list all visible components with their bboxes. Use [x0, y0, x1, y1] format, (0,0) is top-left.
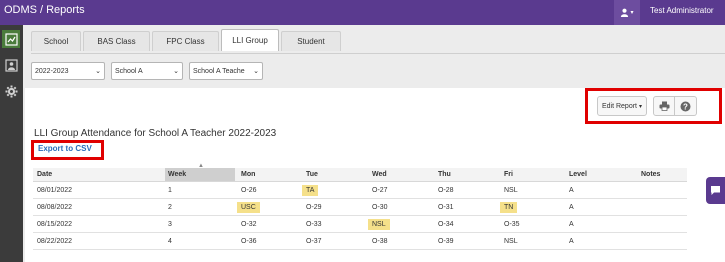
header-week[interactable]: Week: [165, 168, 235, 181]
cell-wed-highlighted: NSL: [368, 218, 390, 230]
cell-level: A: [569, 237, 574, 245]
cell-mon: O-26: [241, 186, 257, 194]
school-select[interactable]: School A ⌄: [111, 62, 183, 80]
tab-divider: [31, 53, 725, 54]
caret-down-icon: ▾: [639, 103, 643, 110]
page-title: Reports: [46, 4, 85, 16]
table-row: 08/08/2022 2 USC O-29 O-30 O-31 TN A: [33, 199, 687, 216]
header-fri[interactable]: Fri: [504, 168, 564, 181]
chevron-down-icon: ⌄: [173, 68, 179, 75]
filter-bar: 2022-2023 ⌄ School A ⌄ School A Teache ⌄: [31, 62, 269, 80]
tab-school[interactable]: School: [31, 31, 81, 51]
question-icon: ?: [680, 101, 691, 111]
cell-fri-highlighted: TN: [500, 201, 518, 213]
chevron-down-icon: ⌄: [95, 68, 101, 75]
cell-mon: O-32: [241, 220, 257, 228]
cell-thu: O-28: [438, 186, 454, 194]
report-title: LLI Group Attendance for School A Teache…: [34, 128, 277, 139]
cell-mon-highlighted: USC: [237, 201, 260, 213]
table-row: 08/22/2022 4 O-36 O-37 O-38 O-39 NSL A: [33, 233, 687, 250]
cell-date: 08/08/2022: [37, 203, 73, 211]
table-row: 08/01/2022 1 O-26 TA O-27 O-28 NSL A: [33, 182, 687, 199]
student-card-icon[interactable]: [2, 56, 20, 74]
table-header-row: Date Week Mon Tue Wed Thu Fri Level Note…: [33, 168, 687, 182]
cell-date: 08/01/2022: [37, 186, 73, 194]
header-level[interactable]: Level: [569, 168, 629, 181]
chat-widget-button[interactable]: [706, 177, 725, 204]
top-navbar: ODMS / Reports ▾ Test Administrator: [0, 0, 725, 25]
chat-bubble-icon: [711, 186, 720, 195]
cell-level: A: [569, 220, 574, 228]
svg-text:?: ?: [683, 102, 688, 111]
header-date[interactable]: Date: [37, 168, 157, 181]
teacher-select-value: School A Teache: [193, 67, 245, 75]
header-mon[interactable]: Mon: [241, 168, 301, 181]
cell-level: A: [569, 186, 574, 194]
export-csv-link[interactable]: Export to CSV: [38, 144, 92, 153]
tab-fpc-class[interactable]: FPC Class: [152, 31, 219, 51]
cell-week: 4: [168, 237, 172, 245]
print-button[interactable]: [653, 96, 675, 116]
cell-tue-highlighted: TA: [302, 184, 319, 196]
header-notes[interactable]: Notes: [641, 168, 687, 181]
cell-thu: O-34: [438, 220, 454, 228]
header-wed[interactable]: Wed: [372, 168, 432, 181]
tab-bas-class[interactable]: BAS Class: [83, 31, 150, 51]
help-button[interactable]: ?: [675, 96, 697, 116]
cell-thu: O-31: [438, 203, 454, 211]
breadcrumb-separator: /: [40, 4, 44, 16]
app-name[interactable]: ODMS: [4, 4, 37, 16]
cell-wed: O-30: [372, 203, 388, 211]
cell-week: 1: [168, 186, 172, 194]
attendance-table: Date Week Mon Tue Wed Thu Fri Level Note…: [33, 168, 687, 250]
breadcrumb: ODMS / Reports: [4, 4, 85, 16]
cell-tue: O-37: [306, 237, 322, 245]
cell-week: 2: [168, 203, 172, 211]
year-select-value: 2022-2023: [35, 67, 69, 75]
caret-down-icon: ▾: [630, 10, 634, 16]
table-row: 08/15/2022 3 O-32 O-33 NSL O-34 O-35 A: [33, 216, 687, 233]
cell-date: 08/15/2022: [37, 220, 73, 228]
school-select-value: School A: [115, 67, 143, 75]
cell-date: 08/22/2022: [37, 237, 73, 245]
printer-icon: [659, 101, 669, 111]
cell-fri: NSL: [504, 237, 518, 245]
cell-tue: O-33: [306, 220, 322, 228]
left-sidebar: [0, 25, 23, 262]
cell-wed: O-27: [372, 186, 388, 194]
tab-student[interactable]: Student: [281, 31, 341, 51]
user-name[interactable]: Test Administrator: [650, 6, 714, 15]
user-icon: [621, 8, 629, 17]
header-tue[interactable]: Tue: [306, 168, 366, 181]
cell-tue: O-29: [306, 203, 322, 211]
cell-fri: NSL: [504, 186, 518, 194]
header-thu[interactable]: Thu: [438, 168, 498, 181]
report-tabs: School BAS Class FPC Class LLI Group Stu…: [31, 29, 343, 53]
year-select[interactable]: 2022-2023 ⌄: [31, 62, 105, 80]
chevron-down-icon: ⌄: [253, 68, 259, 75]
gear-icon[interactable]: [2, 82, 20, 100]
reports-chart-icon[interactable]: [2, 30, 20, 48]
cell-week: 3: [168, 220, 172, 228]
cell-wed: O-38: [372, 237, 388, 245]
edit-report-label: Edit Report: [601, 102, 637, 110]
cell-level: A: [569, 203, 574, 211]
user-menu-button[interactable]: ▾: [614, 0, 640, 25]
teacher-select[interactable]: School A Teache ⌄: [189, 62, 263, 80]
tab-lli-group[interactable]: LLI Group: [221, 29, 279, 51]
cell-mon: O-36: [241, 237, 257, 245]
cell-fri: O-35: [504, 220, 520, 228]
edit-report-button[interactable]: Edit Report ▾: [597, 96, 647, 116]
cell-thu: O-39: [438, 237, 454, 245]
